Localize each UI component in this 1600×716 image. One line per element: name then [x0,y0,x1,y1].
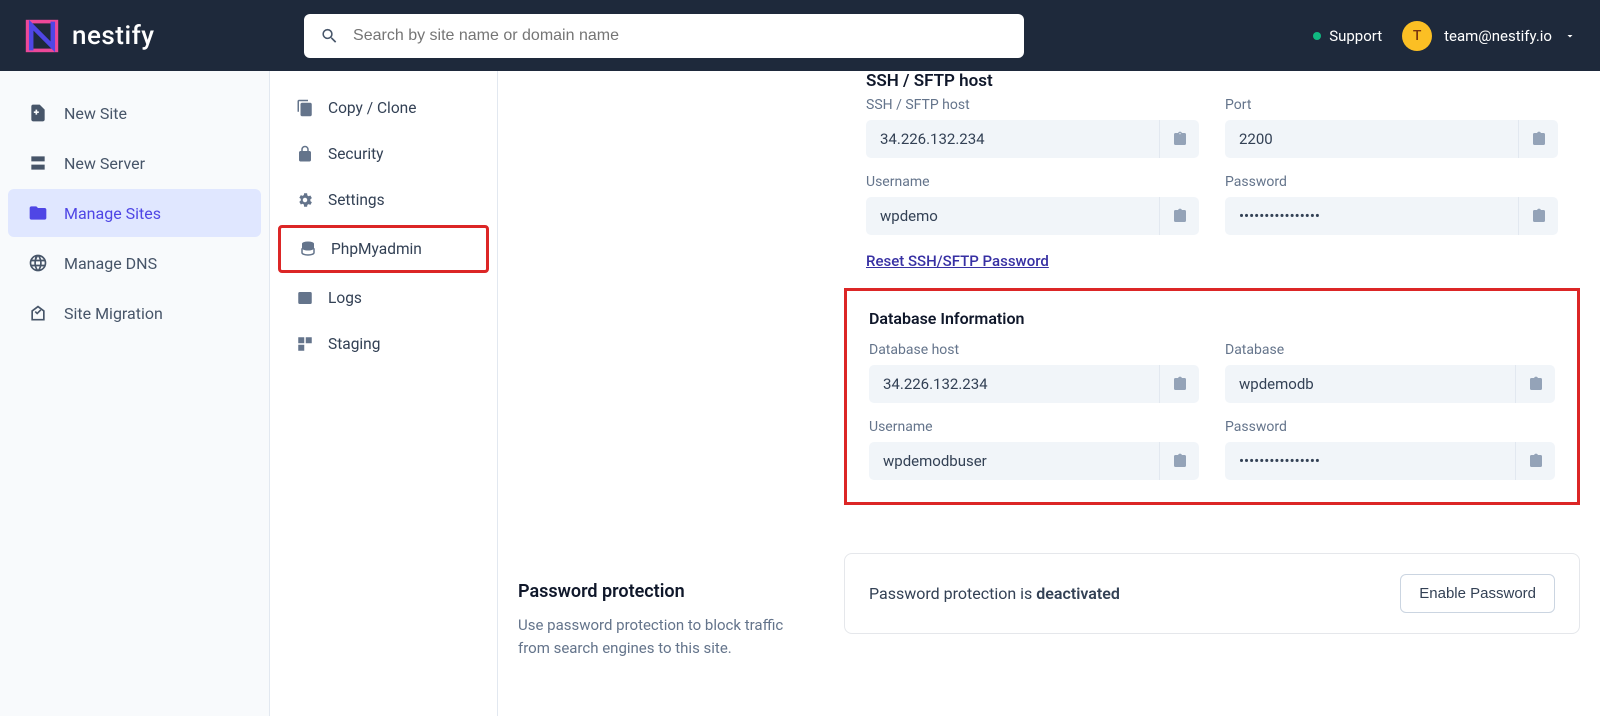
secondary-sidebar: Copy / Clone Security Settings PhpMyadmi… [270,71,498,716]
copy-db-host-button[interactable] [1159,365,1199,403]
lock-icon [296,145,314,163]
ssh-port-value: 2200 [1225,120,1518,158]
section-left-column [518,71,808,505]
copy-ssh-username-button[interactable] [1159,197,1199,235]
clipboard-icon [1172,131,1188,147]
logo-icon [24,18,60,54]
primary-sidebar: New Site New Server Manage Sites Manage … [0,71,270,716]
db-password-label: Password [1225,419,1555,435]
sub-item-security[interactable]: Security [278,133,489,175]
support-link[interactable]: Support [1313,27,1382,45]
copy-db-name-button[interactable] [1515,365,1555,403]
sub-item-label: Settings [328,191,385,209]
user-email: team@nestify.io [1444,27,1552,45]
server-icon [28,153,48,173]
sub-item-label: Security [328,145,384,163]
ssh-host-value: 34.226.132.234 [866,120,1159,158]
password-protection-heading: Password protection [518,581,808,602]
sidebar-item-new-server[interactable]: New Server [8,139,261,187]
status-dot-icon [1313,32,1321,40]
reset-ssh-password-link[interactable]: Reset SSH/SFTP Password [866,252,1049,270]
sub-item-label: Logs [328,289,362,307]
database-info-card: Database Information Database host 34.22… [844,288,1580,505]
db-name-label: Database [1225,342,1555,358]
sub-item-label: Staging [328,335,380,353]
gear-icon [296,191,314,209]
ssh-title: SSH / SFTP host [866,71,1558,91]
enable-password-button[interactable]: Enable Password [1400,574,1555,613]
database-icon [299,240,317,258]
db-host-label: Database host [869,342,1199,358]
globe-icon [28,253,48,273]
password-protection-status: Password protection is deactivated [869,584,1120,603]
terminal-icon [296,289,314,307]
logo[interactable]: nestify [24,18,304,54]
sidebar-item-label: Manage DNS [64,254,157,273]
sub-item-logs[interactable]: Logs [278,277,489,319]
clipboard-icon [1172,376,1188,392]
sub-item-phpmyadmin[interactable]: PhpMyadmin [278,225,489,273]
copy-db-username-button[interactable] [1159,442,1199,480]
ssh-password-value: •••••••••••••••• [1225,197,1518,235]
support-label: Support [1329,27,1382,45]
ssh-section: SSH / SFTP host SSH / SFTP host 34.226.1… [844,71,1580,270]
sidebar-item-label: New Server [64,154,145,173]
copy-icon [296,99,314,117]
app-header: nestify Support T team@nestify.io [0,0,1600,71]
sub-item-label: PhpMyadmin [331,240,422,258]
db-host-value: 34.226.132.234 [869,365,1159,403]
copy-ssh-host-button[interactable] [1159,120,1199,158]
sidebar-item-label: Site Migration [64,304,163,323]
db-card-title: Database Information [869,309,1555,328]
sub-item-copy-clone[interactable]: Copy / Clone [278,87,489,129]
ssh-username-label: Username [866,174,1199,190]
copy-ssh-port-button[interactable] [1518,120,1558,158]
sidebar-item-new-site[interactable]: New Site [8,89,261,137]
main-content: SSH / SFTP host SSH / SFTP host 34.226.1… [498,71,1600,716]
user-menu[interactable]: T team@nestify.io [1402,21,1576,51]
sidebar-item-label: New Site [64,104,127,123]
staging-icon [296,335,314,353]
search-input[interactable] [353,27,1008,45]
search-icon [320,26,339,46]
header-right: Support T team@nestify.io [1313,21,1576,51]
sub-item-staging[interactable]: Staging [278,323,489,365]
copy-ssh-password-button[interactable] [1518,197,1558,235]
folder-icon [28,203,48,223]
clipboard-icon [1172,453,1188,469]
sidebar-item-manage-dns[interactable]: Manage DNS [8,239,261,287]
db-username-label: Username [869,419,1199,435]
logo-text: nestify [72,21,154,51]
ssh-password-label: Password [1225,174,1558,190]
migration-icon [28,303,48,323]
db-username-value: wpdemodbuser [869,442,1159,480]
clipboard-icon [1531,208,1547,224]
clipboard-icon [1528,376,1544,392]
new-site-icon [28,103,48,123]
password-protection-desc: Use password protection to block traffic… [518,614,798,659]
password-protection-card: Password protection is deactivated Enabl… [844,553,1580,634]
ssh-port-label: Port [1225,97,1558,113]
sub-item-settings[interactable]: Settings [278,179,489,221]
ssh-username-value: wpdemo [866,197,1159,235]
db-password-value: •••••••••••••••• [1225,442,1515,480]
sidebar-item-manage-sites[interactable]: Manage Sites [8,189,261,237]
clipboard-icon [1531,131,1547,147]
copy-db-password-button[interactable] [1515,442,1555,480]
ssh-host-label: SSH / SFTP host [866,97,1199,113]
sidebar-item-site-migration[interactable]: Site Migration [8,289,261,337]
avatar: T [1402,21,1432,51]
db-name-value: wpdemodb [1225,365,1515,403]
pw-status-value: deactivated [1036,584,1120,603]
pw-status-prefix: Password protection is [869,584,1036,603]
search-box[interactable] [304,14,1024,58]
clipboard-icon [1172,208,1188,224]
sidebar-item-label: Manage Sites [64,204,161,223]
chevron-down-icon [1564,30,1576,42]
sub-item-label: Copy / Clone [328,99,416,117]
search-wrap [304,14,1024,58]
clipboard-icon [1528,453,1544,469]
